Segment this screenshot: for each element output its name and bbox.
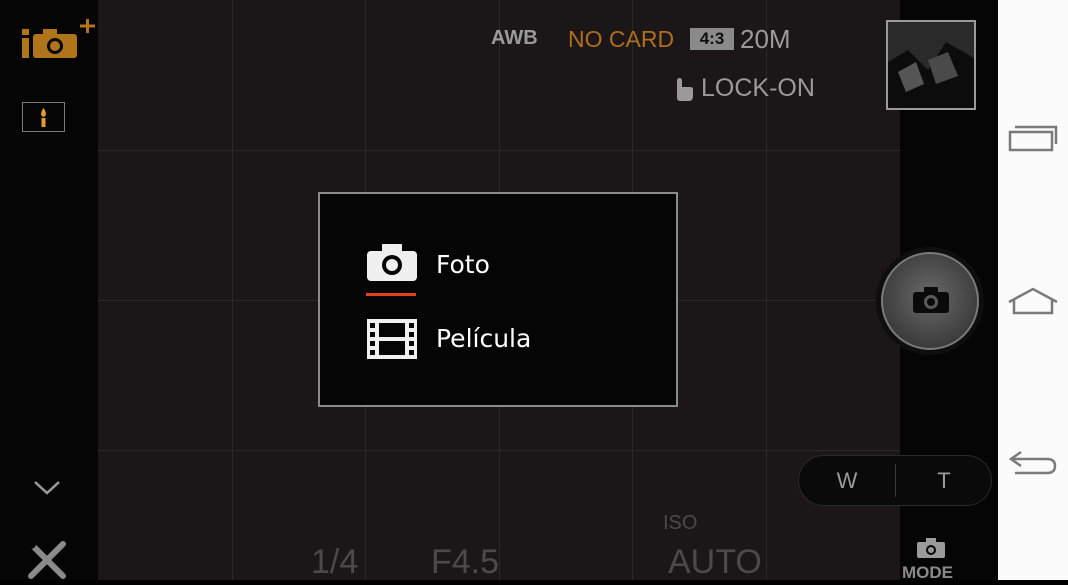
grid-line <box>232 0 233 580</box>
camera-icon <box>366 242 418 282</box>
zoom-control: W T <box>798 455 992 506</box>
iso-label: ISO <box>663 512 698 534</box>
mode-button[interactable]: MODE <box>902 563 953 583</box>
last-photo-thumbnail[interactable] <box>886 20 976 110</box>
mode-option-movie[interactable]: Película <box>320 310 676 370</box>
back-icon[interactable] <box>1007 448 1059 476</box>
aperture: F4.5 <box>431 543 500 581</box>
mode-camera-icon <box>916 537 946 559</box>
mode-option-photo[interactable]: Foto <box>320 236 676 296</box>
grid-line <box>98 150 900 151</box>
selected-indicator <box>366 293 416 296</box>
home-icon[interactable] <box>1006 286 1060 316</box>
film-icon <box>366 318 418 360</box>
mode-selection-dialog: Foto Película <box>318 192 678 407</box>
chevron-down-icon[interactable] <box>32 478 62 498</box>
zoom-tele-button[interactable]: T <box>896 456 992 505</box>
shutter-button[interactable] <box>881 252 979 350</box>
mode-option-label: Foto <box>436 250 490 279</box>
iso-value: AUTO <box>668 543 762 581</box>
grid-line <box>98 450 900 451</box>
zoom-wide-button[interactable]: W <box>799 456 895 505</box>
system-nav-bar <box>998 0 1068 580</box>
resolution-indicator: 20M <box>740 24 791 54</box>
aspect-ratio-badge: 4:3 <box>690 28 734 50</box>
intelligent-auto-plus-icon[interactable] <box>20 16 100 62</box>
scene-candle-icon[interactable] <box>22 102 65 132</box>
camera-icon <box>912 286 950 314</box>
settings-tools-icon[interactable] <box>25 539 71 580</box>
storage-status: NO CARD <box>568 26 675 52</box>
mode-option-label: Película <box>436 324 532 353</box>
recent-apps-icon[interactable] <box>1008 124 1058 152</box>
shutter-speed: 1/4 <box>311 543 359 581</box>
touch-mode-indicator: LOCK-ON <box>701 74 815 102</box>
white-balance-indicator: AWB <box>491 27 538 49</box>
touch-hand-icon <box>673 76 695 102</box>
